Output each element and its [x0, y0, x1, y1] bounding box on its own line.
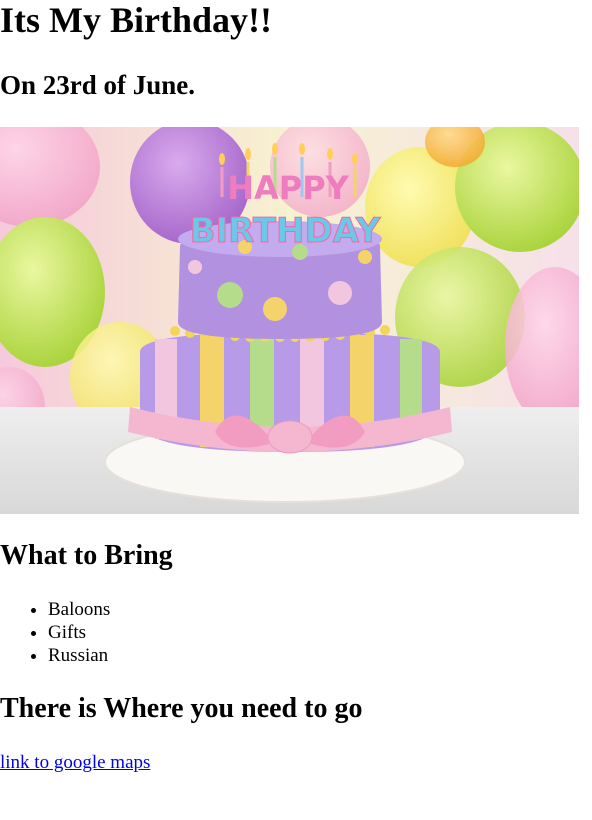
where-heading: There is Where you need to go — [0, 693, 363, 724]
google-maps-link[interactable]: link to google maps — [0, 751, 150, 775]
list-item: Baloons — [48, 598, 110, 621]
date-heading: On 23rd of June. — [0, 70, 196, 100]
list-item: Russian — [48, 644, 110, 667]
birthday-cake-image: HAPPY BIRTHDAY — [0, 127, 579, 514]
what-to-bring-heading: What to Bring — [0, 540, 173, 571]
cake-topper-birthday: BIRTHDAY — [190, 211, 381, 251]
bring-list: Baloons Gifts Russian — [0, 598, 110, 667]
page: Its My Birthday!! On 23rd of June. HAPPY… — [0, 0, 592, 820]
list-item: Gifts — [48, 621, 110, 644]
page-title: Its My Birthday!! — [0, 0, 272, 40]
cake-topper-happy: HAPPY — [227, 169, 349, 207]
